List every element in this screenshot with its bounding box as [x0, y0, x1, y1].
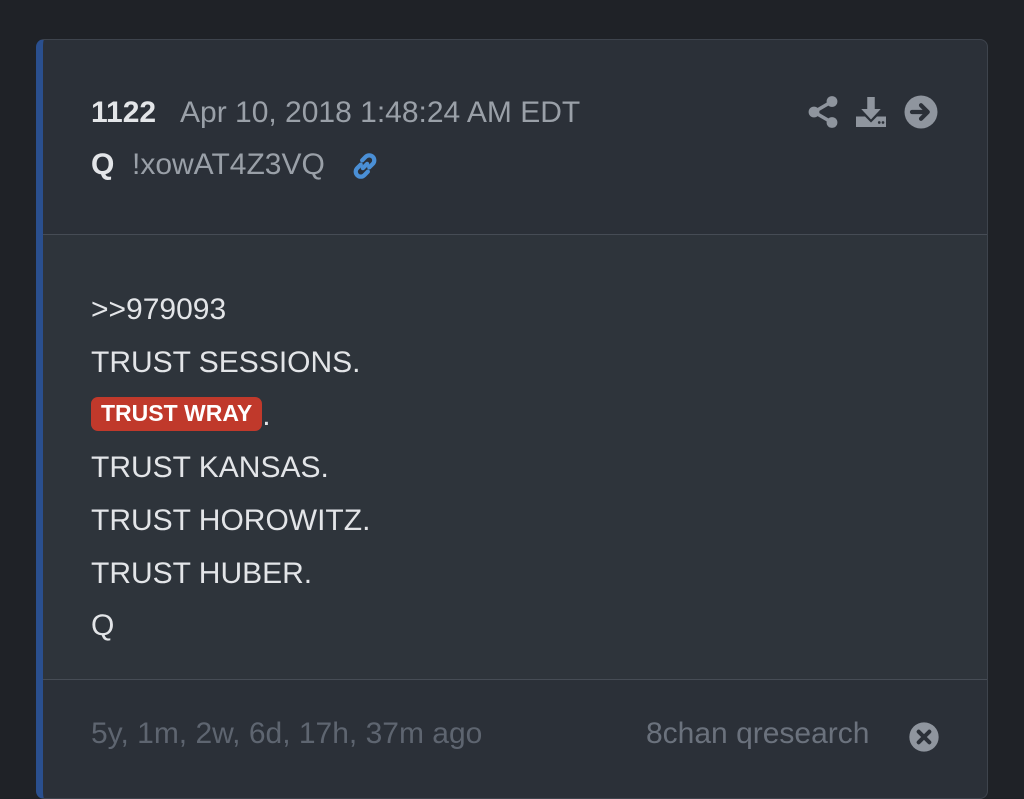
- body-line-sessions: TRUST SESSIONS.: [91, 346, 361, 379]
- post-header: 1122 Apr 10, 2018 1:48:24 AM EDT Q !xowA…: [43, 40, 987, 234]
- body-line-kansas: TRUST KANSAS.: [91, 451, 329, 484]
- body-line-huber: TRUST HUBER.: [91, 557, 313, 590]
- highlight-badge: TRUST WRAY: [91, 397, 263, 432]
- author-name: Q: [91, 148, 115, 181]
- download-icon[interactable]: [853, 94, 889, 130]
- arrow-circle-right-icon[interactable]: [903, 94, 939, 130]
- post-card: 1122 Apr 10, 2018 1:48:24 AM EDT Q !xowA…: [36, 39, 988, 799]
- post-body: >>979093 TRUST SESSIONS. TRUST WRAY. TRU…: [43, 234, 987, 680]
- post-footer: 5y, 1m, 2w, 6d, 17h, 37m ago 8chan qrese…: [43, 679, 987, 798]
- reply-reference[interactable]: >>979093: [91, 293, 226, 327]
- post-age: 5y, 1m, 2w, 6d, 17h, 37m ago: [91, 717, 483, 750]
- signature: Q: [91, 609, 115, 642]
- source-label: 8chan qresearch: [646, 717, 870, 750]
- close-circle-icon[interactable]: [908, 721, 940, 753]
- body-line-wray: TRUST WRAY.: [91, 397, 271, 434]
- post-date: Apr 10, 2018 1:48:24 AM EDT: [180, 96, 581, 129]
- post-number[interactable]: 1122: [91, 96, 156, 130]
- tripcode: !xowAT4Z3VQ: [132, 148, 325, 181]
- highlight-suffix: .: [262, 399, 271, 432]
- share-icon[interactable]: [805, 94, 841, 130]
- body-line-horowitz: TRUST HOROWITZ.: [91, 504, 371, 537]
- link-icon[interactable]: [348, 149, 382, 183]
